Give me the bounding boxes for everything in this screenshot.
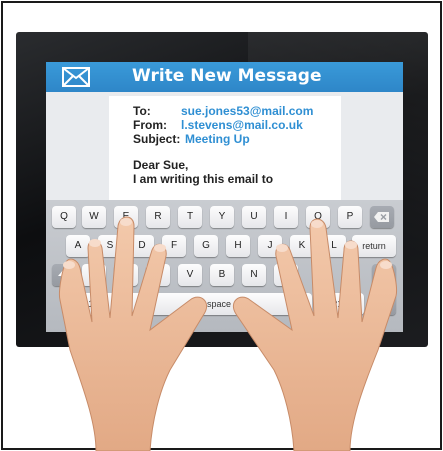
key-t[interactable]: T bbox=[178, 206, 202, 228]
to-label: To: bbox=[133, 104, 151, 118]
subject-field[interactable]: Meeting Up bbox=[185, 132, 250, 146]
key-r[interactable]: R bbox=[146, 206, 170, 228]
key-v[interactable]: V bbox=[178, 264, 202, 286]
message-body-line[interactable]: I am writing this email to bbox=[133, 172, 273, 186]
key-s[interactable]: S bbox=[98, 235, 122, 257]
key-m[interactable]: M bbox=[274, 264, 298, 286]
shift-icon bbox=[378, 269, 390, 281]
to-row[interactable]: To: sue.jones53@mail.com bbox=[133, 104, 313, 118]
shift-key-right[interactable] bbox=[372, 264, 396, 286]
keyboard-hide-icon bbox=[377, 298, 391, 312]
key-q[interactable]: Q bbox=[52, 206, 76, 228]
numbers-key-right[interactable]: .?123 bbox=[318, 293, 364, 315]
from-label: From: bbox=[133, 118, 167, 132]
backspace-icon bbox=[374, 212, 389, 222]
key-u[interactable]: U bbox=[242, 206, 266, 228]
key-w[interactable]: W bbox=[82, 206, 106, 228]
key-c[interactable]: C bbox=[146, 264, 170, 286]
key-g[interactable]: G bbox=[194, 235, 218, 257]
return-key[interactable]: return bbox=[352, 235, 396, 257]
key-b[interactable]: B bbox=[210, 264, 234, 286]
compose-body[interactable]: To: sue.jones53@mail.com From: l.stevens@m… bbox=[109, 96, 341, 202]
subject-row[interactable]: Subject: Meeting Up bbox=[133, 132, 250, 146]
key-d[interactable]: D bbox=[130, 235, 154, 257]
shift-key-left[interactable] bbox=[52, 264, 76, 286]
message-greeting[interactable]: Dear Sue, bbox=[133, 158, 188, 172]
from-row[interactable]: From: l.stevens@mail.co.uk bbox=[133, 118, 303, 132]
tablet-screen: Write New Message To: sue.jones53@mail.co… bbox=[46, 62, 403, 332]
envelope-icon[interactable] bbox=[62, 67, 90, 87]
from-field[interactable]: l.stevens@mail.co.uk bbox=[181, 118, 303, 132]
key-e[interactable]: E bbox=[114, 206, 138, 228]
shift-icon bbox=[58, 269, 70, 281]
compose-titlebar: Write New Message bbox=[46, 62, 403, 92]
key-z[interactable]: Z bbox=[82, 264, 106, 286]
key-o[interactable]: O bbox=[306, 206, 330, 228]
key-j[interactable]: J bbox=[258, 235, 282, 257]
key-i[interactable]: I bbox=[274, 206, 298, 228]
key-x[interactable]: X bbox=[114, 264, 138, 286]
space-bar[interactable]: space bbox=[126, 293, 312, 315]
key-h[interactable]: H bbox=[226, 235, 250, 257]
compose-title: Write New Message bbox=[132, 66, 322, 86]
key-k[interactable]: K bbox=[290, 235, 314, 257]
keyboard-dismiss-key[interactable] bbox=[372, 293, 396, 315]
key-f[interactable]: F bbox=[162, 235, 186, 257]
key-l[interactable]: L bbox=[322, 235, 346, 257]
key-a[interactable]: A bbox=[66, 235, 90, 257]
numbers-key-left[interactable]: .?123 bbox=[66, 293, 118, 315]
onscreen-keyboard: Q W E R T Y U I O P A S D F G H J K L re… bbox=[46, 200, 403, 332]
backspace-key[interactable] bbox=[370, 206, 394, 228]
key-n[interactable]: N bbox=[242, 264, 266, 286]
key-y[interactable]: Y bbox=[210, 206, 234, 228]
to-field[interactable]: sue.jones53@mail.com bbox=[181, 104, 313, 118]
key-p[interactable]: P bbox=[338, 206, 362, 228]
subject-label: Subject: bbox=[133, 132, 181, 146]
